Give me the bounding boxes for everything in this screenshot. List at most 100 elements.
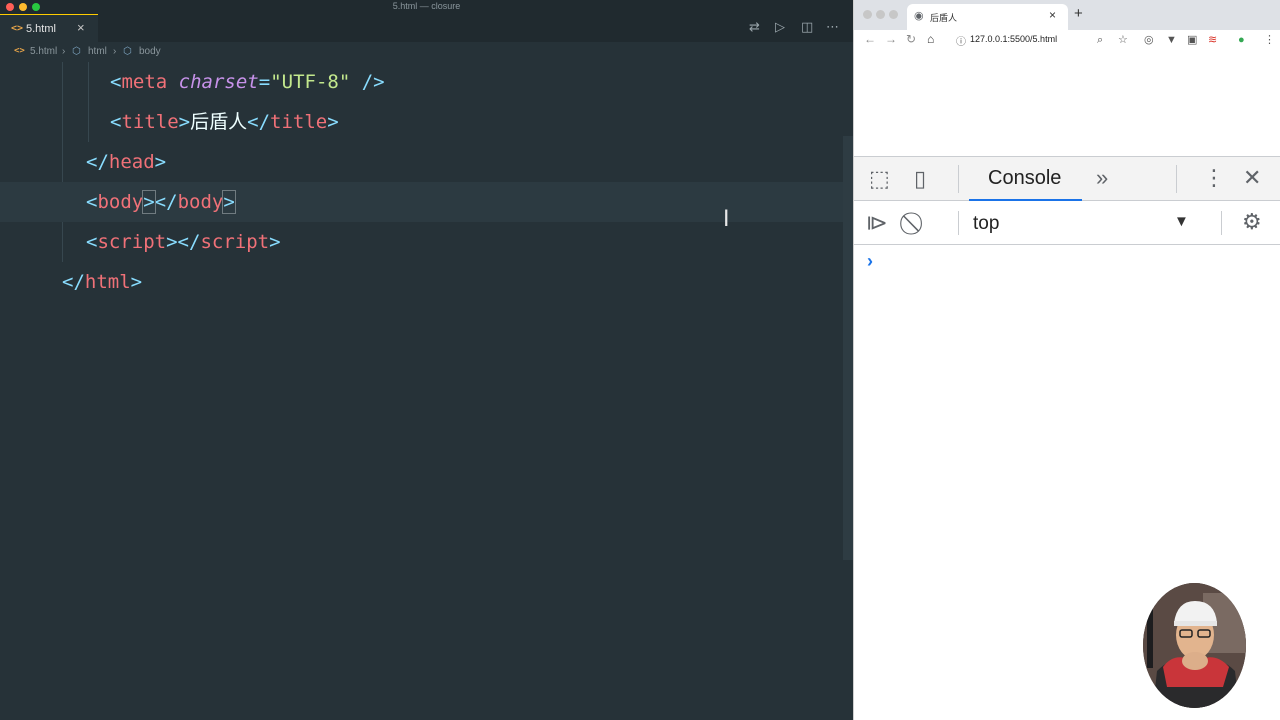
code-token: > xyxy=(269,231,281,253)
settings-gear-icon[interactable]: ⚙ xyxy=(1242,210,1262,234)
code-token: title xyxy=(121,111,179,133)
device-toolbar-icon[interactable]: ▯ xyxy=(914,167,926,191)
editor-scrollbar[interactable] xyxy=(843,136,853,560)
editor-titlebar: 5.html — closure xyxy=(0,0,853,14)
context-selector[interactable]: top xyxy=(973,213,999,235)
extension-icon[interactable]: ≋ xyxy=(1208,33,1217,47)
browser-menu-icon[interactable]: ⋮ xyxy=(1264,33,1275,47)
code-token: > xyxy=(166,231,178,253)
show-sidebar-icon[interactable]: ⧐ xyxy=(866,211,888,235)
editor-tabbar: <> 5.html × ⇄ ▷ ◫ ⋯ xyxy=(0,14,853,42)
element-icon: ⬡ xyxy=(72,46,81,57)
code-token: html xyxy=(84,271,131,293)
close-devtools-icon[interactable]: ✕ xyxy=(1243,166,1261,190)
code-line-current[interactable]: <body></body> xyxy=(0,182,843,222)
chevron-right-icon: › xyxy=(113,46,117,57)
element-icon: ⬡ xyxy=(123,46,132,57)
breadcrumb: <> 5.html › ⬡ html › ⬡ body xyxy=(0,42,853,62)
home-icon[interactable]: ⌂ xyxy=(927,32,934,46)
run-icon[interactable]: ▷ xyxy=(775,20,785,34)
code-token: charset xyxy=(178,71,259,93)
presenter-illustration xyxy=(1143,583,1246,708)
site-info-icon[interactable]: ⓘ xyxy=(956,33,966,48)
code-line[interactable]: <script></script> xyxy=(0,222,843,262)
divider xyxy=(1221,211,1222,235)
breadcrumb-file[interactable]: 5.html xyxy=(30,46,57,57)
split-editor-icon[interactable]: ◫ xyxy=(801,20,813,34)
browser-tab-title: 后盾人 xyxy=(930,13,958,23)
forward-icon[interactable]: → xyxy=(885,32,897,46)
chevron-down-icon[interactable]: ▼ xyxy=(1174,213,1189,230)
divider xyxy=(958,211,959,235)
code-line[interactable]: </html> xyxy=(0,262,843,302)
extension-icon[interactable]: ◎ xyxy=(1144,33,1154,47)
breadcrumb-body[interactable]: body xyxy=(139,46,161,57)
code-token: </ xyxy=(247,111,271,133)
code-line-content: <meta charset="UTF-8" /> xyxy=(110,62,385,102)
code-token: /> xyxy=(361,71,385,93)
address-bar[interactable]: 127.0.0.1:5500/5.html xyxy=(970,34,1057,44)
html-file-icon: <> xyxy=(14,46,25,56)
extension-icon[interactable]: ▣ xyxy=(1187,33,1197,47)
tab-console[interactable]: Console xyxy=(969,157,1082,201)
code-line-content: <title>后盾人</title> xyxy=(110,102,339,142)
extension-icon[interactable]: ▼ xyxy=(1166,33,1177,47)
devtools-tabbar: ⬚ ▯ Console » ⋮ ✕ xyxy=(854,157,1280,201)
code-token: > xyxy=(130,271,143,293)
code-token: < xyxy=(110,111,122,133)
code-token: meta xyxy=(121,71,168,93)
close-tab-icon[interactable]: × xyxy=(1049,8,1056,22)
tab-console-label: Console xyxy=(988,167,1062,189)
maximize-window-button[interactable] xyxy=(889,10,898,19)
page-viewport xyxy=(854,50,1280,156)
code-line-content: </head> xyxy=(86,142,166,182)
zoom-icon[interactable]: ⌕ xyxy=(1097,33,1103,47)
code-line[interactable]: <title>后盾人</title> xyxy=(0,102,843,142)
new-tab-icon[interactable]: + xyxy=(1074,6,1083,22)
minimize-window-button[interactable] xyxy=(876,10,885,19)
back-icon[interactable]: ← xyxy=(864,32,876,46)
window-title: 5.html — closure xyxy=(392,1,461,11)
code-line[interactable]: </head> xyxy=(0,142,843,182)
chevron-right-icon: › xyxy=(62,46,66,57)
code-token: title xyxy=(270,111,328,133)
more-tabs-icon[interactable]: » xyxy=(1096,166,1108,190)
tab-5-html[interactable]: <> 5.html × xyxy=(0,14,98,42)
more-actions-icon[interactable]: ⋯ xyxy=(826,20,839,34)
code-line-content: <script></script> xyxy=(86,222,281,262)
more-options-icon[interactable]: ⋮ xyxy=(1203,166,1225,190)
code-token: > xyxy=(327,111,339,133)
code-line-content: <body></body> xyxy=(86,182,236,222)
code-token: > xyxy=(178,111,191,133)
code-token: body xyxy=(97,191,144,213)
code-token: < xyxy=(86,231,98,253)
code-token: > xyxy=(142,190,156,214)
code-token: < xyxy=(86,191,98,213)
code-area[interactable]: <meta charset="UTF-8" /> <title>后盾人</titl… xyxy=(0,62,843,720)
code-token: 后盾人 xyxy=(190,111,248,133)
browser-toolbar: ← → ↻ ⌂ ⓘ 127.0.0.1:5500/5.html ⌕ ☆ ◎ ▼ … xyxy=(854,30,1280,50)
divider xyxy=(1176,165,1177,193)
scrollbar-cursor-marker xyxy=(843,212,851,240)
code-token: body xyxy=(177,191,224,213)
browser-tab[interactable]: ◉ 后盾人 × xyxy=(907,4,1068,30)
reload-icon[interactable]: ↻ xyxy=(906,32,916,46)
divider xyxy=(958,165,959,193)
tab-close-icon[interactable]: × xyxy=(77,21,85,35)
inspect-element-icon[interactable]: ⬚ xyxy=(869,167,890,191)
text-cursor-icon: I xyxy=(723,207,730,232)
bookmark-star-icon[interactable]: ☆ xyxy=(1118,33,1128,47)
profile-avatar-icon[interactable]: ● xyxy=(1238,33,1245,47)
code-token: > xyxy=(154,151,167,173)
code-editor: 5.html — closure <> 5.html × ⇄ ▷ ◫ ⋯ <> … xyxy=(0,0,853,720)
code-line[interactable]: <meta charset="UTF-8" /> xyxy=(0,62,843,102)
close-window-button[interactable] xyxy=(863,10,872,19)
browser-tabstrip: ◉ 后盾人 × + xyxy=(854,0,1280,30)
tab-label: 5.html xyxy=(26,23,56,35)
compare-changes-icon[interactable]: ⇄ xyxy=(749,20,760,34)
console-prompt-icon[interactable]: › xyxy=(867,251,873,272)
code-token: </ xyxy=(62,271,85,293)
breadcrumb-html[interactable]: html xyxy=(88,46,107,57)
